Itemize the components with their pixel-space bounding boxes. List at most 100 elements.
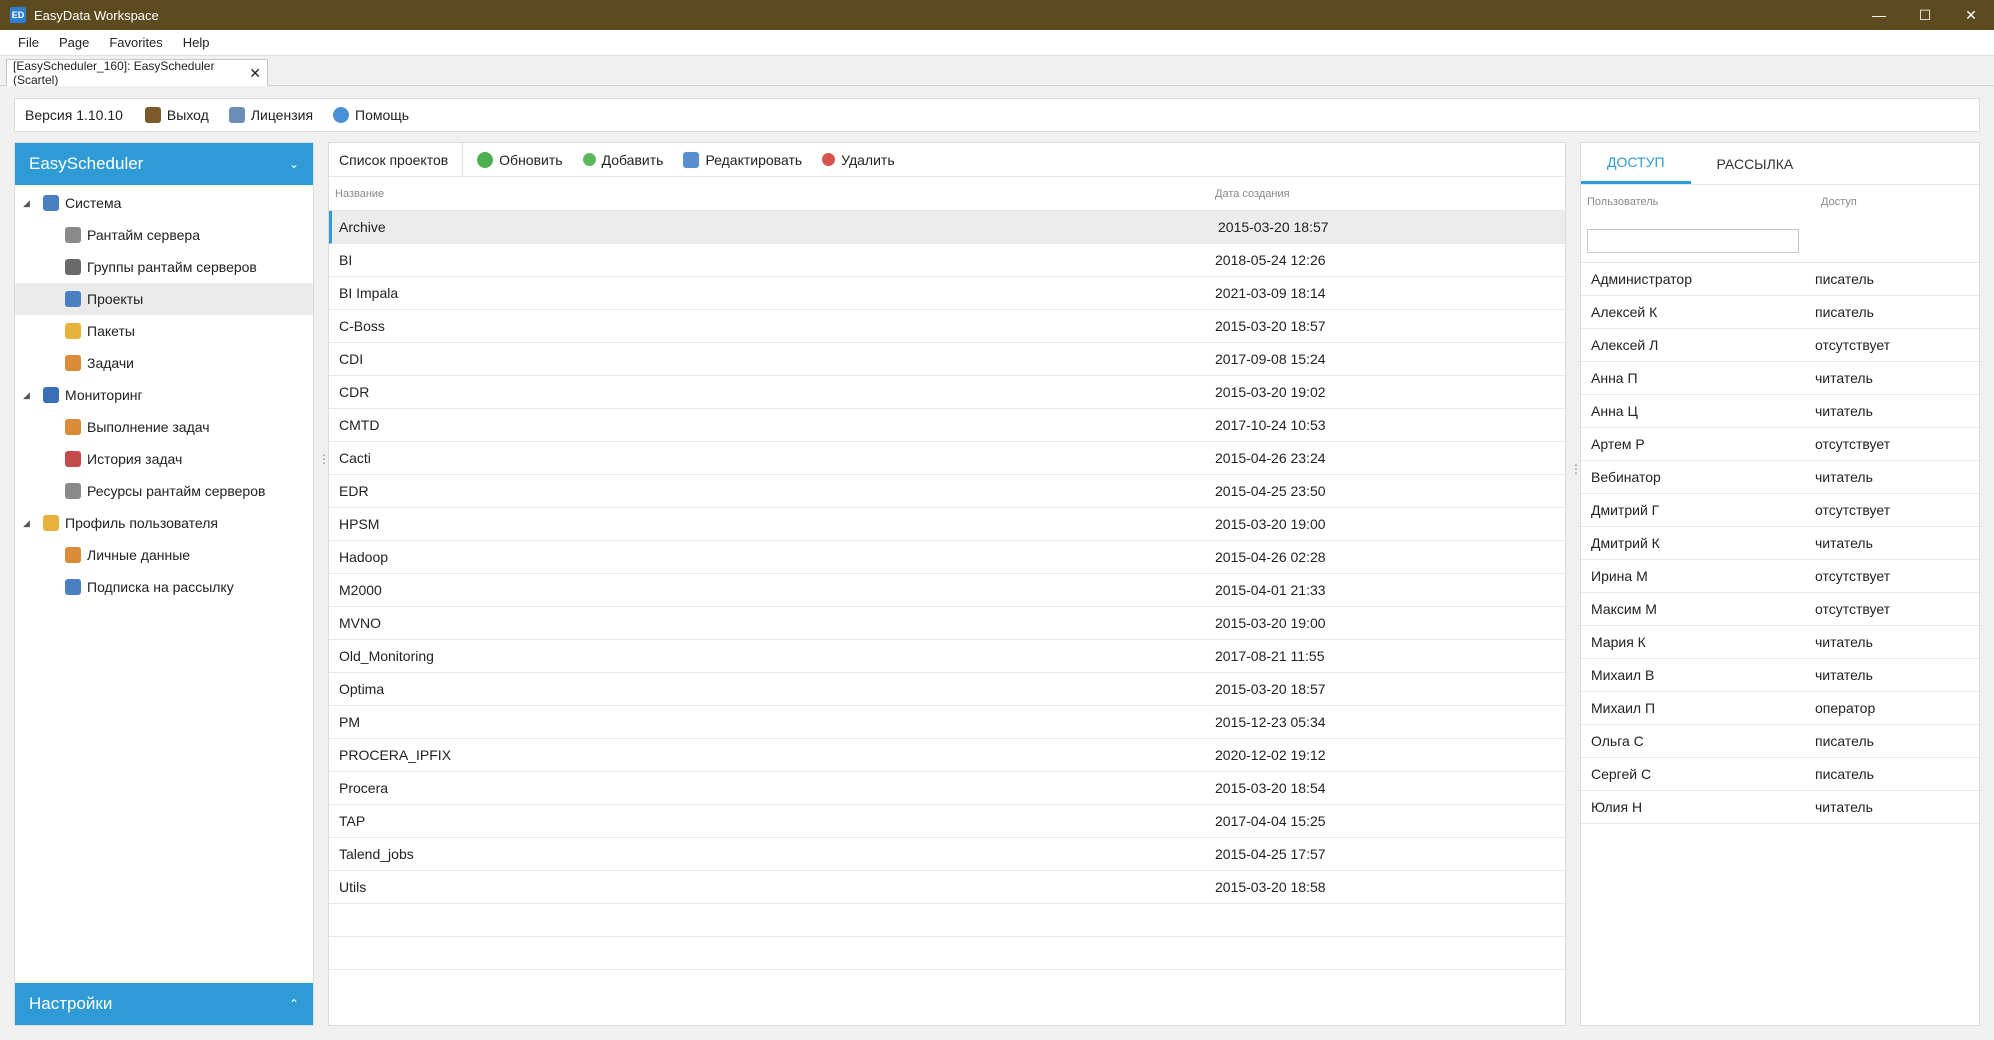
- license-icon: [228, 107, 245, 123]
- user-filter-input[interactable]: [1587, 228, 1799, 253]
- table-row[interactable]: BI 2018-05-24 12:26: [329, 244, 1565, 277]
- table-row[interactable]: Utils 2015-03-20 18:58: [329, 871, 1565, 904]
- user-name-cell: Алексей Л: [1591, 337, 1659, 353]
- table-row[interactable]: Максим М отсутствует: [1581, 593, 1979, 626]
- projects-toolbar: Список проектов Обновить Добавить Редакт…: [329, 142, 1565, 177]
- table-row[interactable]: CDI 2017-09-08 15:24: [329, 343, 1565, 376]
- expand-arrow-icon[interactable]: ◢: [23, 518, 30, 529]
- table-row[interactable]: Анна П читатель: [1581, 362, 1979, 395]
- sidebar-item[interactable]: Группы рантайм серверов: [15, 251, 313, 283]
- delete-button[interactable]: Удалить: [822, 152, 895, 168]
- navigation-panel: EasyScheduler ⌄ ◢ Система Рантайм сервера Г…: [14, 142, 314, 1026]
- table-row[interactable]: Ирина М отсутствует: [1581, 560, 1979, 593]
- table-row[interactable]: EDR 2015-04-25 23:50: [329, 475, 1565, 508]
- project-name-cell: CDR: [339, 384, 370, 400]
- license-button[interactable]: Лицензия: [228, 107, 313, 123]
- refresh-button[interactable]: Обновить: [477, 151, 563, 168]
- minimize-button[interactable]: —: [1856, 0, 1902, 30]
- table-row[interactable]: Talend_jobs 2015-04-25 17:57: [329, 838, 1565, 871]
- table-row[interactable]: Optima 2015-03-20 18:57: [329, 673, 1565, 706]
- sidebar-item[interactable]: Задачи: [15, 347, 313, 379]
- table-row[interactable]: BI Impala 2021-03-09 18:14: [329, 277, 1565, 310]
- column-header-created[interactable]: Дата создания: [1199, 188, 1290, 200]
- table-row[interactable]: HPSM 2015-03-20 19:00: [329, 508, 1565, 541]
- settings-section-header[interactable]: Настройки ⌃: [15, 983, 313, 1025]
- sidebar-item-label: Выполнение задач: [87, 419, 210, 435]
- table-row[interactable]: Михаил В читатель: [1581, 659, 1979, 692]
- column-header-user[interactable]: Пользователь: [1581, 196, 1821, 208]
- sidebar-item[interactable]: Подписка на рассылку: [15, 571, 313, 603]
- projects-list-title: Список проектов: [339, 142, 464, 177]
- document-tab-label: [EasyScheduler_160]: EasyScheduler (Scar…: [13, 59, 215, 87]
- table-row[interactable]: Archive 2015-03-20 18:57: [329, 211, 1565, 244]
- table-row[interactable]: Дмитрий К читатель: [1581, 527, 1979, 560]
- table-row[interactable]: MVNO 2015-03-20 19:00: [329, 607, 1565, 640]
- table-row[interactable]: TAP 2017-04-04 15:25: [329, 805, 1565, 838]
- table-row[interactable]: Алексей Л отсутствует: [1581, 329, 1979, 362]
- sidebar-item[interactable]: Проекты: [15, 283, 313, 315]
- project-name-cell: Hadoop: [339, 549, 389, 565]
- table-row[interactable]: C-Boss 2015-03-20 18:57: [329, 310, 1565, 343]
- menu-file[interactable]: File: [8, 35, 49, 50]
- column-header-name[interactable]: Название: [329, 188, 1199, 200]
- table-row[interactable]: Hadoop 2015-04-26 02:28: [329, 541, 1565, 574]
- table-row[interactable]: M2000 2015-04-01 21:33: [329, 574, 1565, 607]
- workspace-content: Версия 1.10.10 Выход Лицензия Помощь Eas…: [0, 86, 1994, 1040]
- sidebar-item[interactable]: Личные данные: [15, 539, 313, 571]
- sidebar-item[interactable]: История задач: [15, 443, 313, 475]
- help-label: Помощь: [355, 107, 410, 123]
- table-row[interactable]: PM 2015-12-23 05:34: [329, 706, 1565, 739]
- sidebar-item-label: Группы рантайм серверов: [87, 259, 257, 275]
- table-row[interactable]: Вебинатор читатель: [1581, 461, 1979, 494]
- project-created-cell: 2017-10-24 10:53: [1215, 417, 1326, 433]
- table-row[interactable]: Cacti 2015-04-26 23:24: [329, 442, 1565, 475]
- table-row[interactable]: Мария К читатель: [1581, 626, 1979, 659]
- table-row[interactable]: Ольга С писатель: [1581, 725, 1979, 758]
- sidebar-item[interactable]: ◢ Профиль пользователя: [15, 507, 313, 539]
- document-tab[interactable]: [EasyScheduler_160]: EasyScheduler (Scar…: [6, 59, 268, 87]
- table-row[interactable]: Михаил П оператор: [1581, 692, 1979, 725]
- menu-favorites[interactable]: Favorites: [99, 35, 172, 50]
- exit-button[interactable]: Выход: [144, 107, 209, 123]
- table-row[interactable]: Procera 2015-03-20 18:54: [329, 772, 1565, 805]
- close-window-button[interactable]: ✕: [1948, 0, 1994, 30]
- help-button[interactable]: Помощь: [333, 107, 409, 123]
- table-row[interactable]: Сергей С писатель: [1581, 758, 1979, 791]
- table-row[interactable]: PROCERA_IPFIX 2020-12-02 19:12: [329, 739, 1565, 772]
- close-tab-icon[interactable]: ✕: [249, 65, 261, 82]
- table-row[interactable]: Юлия Н читатель: [1581, 791, 1979, 824]
- table-row[interactable]: CDR 2015-03-20 19:02: [329, 376, 1565, 409]
- expand-arrow-icon[interactable]: ◢: [23, 390, 30, 401]
- menu-help[interactable]: Help: [173, 35, 220, 50]
- chevron-down-icon: ⌄: [288, 157, 299, 171]
- sidebar-item[interactable]: Выполнение задач: [15, 411, 313, 443]
- add-button[interactable]: Добавить: [582, 152, 663, 168]
- table-row[interactable]: Old_Monitoring 2017-08-21 11:55: [329, 640, 1565, 673]
- access-level-cell: читатель: [1815, 403, 1873, 419]
- table-row[interactable]: Анна Ц читатель: [1581, 395, 1979, 428]
- expand-arrow-icon[interactable]: ◢: [23, 198, 30, 209]
- sidebar-item[interactable]: Ресурсы рантайм серверов: [15, 475, 313, 507]
- sidebar-item[interactable]: ◢ Система: [15, 187, 313, 219]
- window-title: EasyData Workspace: [34, 7, 159, 23]
- tab-mailing[interactable]: РАССЫЛКА: [1691, 143, 1820, 184]
- edit-button[interactable]: Редактировать: [683, 151, 802, 168]
- sidebar-item-label: Пакеты: [87, 323, 135, 339]
- sidebar-header[interactable]: EasyScheduler ⌄: [15, 143, 313, 185]
- tab-access[interactable]: ДОСТУП: [1581, 143, 1691, 184]
- sidebar-item[interactable]: Пакеты: [15, 315, 313, 347]
- sidebar-item-label: Задачи: [87, 355, 135, 371]
- table-row[interactable]: Артем Р отсутствует: [1581, 428, 1979, 461]
- table-row[interactable]: CMTD 2017-10-24 10:53: [329, 409, 1565, 442]
- maximize-button[interactable]: ☐: [1902, 0, 1948, 30]
- table-row[interactable]: Администратор писатель: [1581, 263, 1979, 296]
- project-name-cell: M2000: [339, 582, 382, 598]
- sidebar-item[interactable]: ◢ Мониторинг: [15, 379, 313, 411]
- sidebar-item[interactable]: Рантайм сервера: [15, 219, 313, 251]
- table-row[interactable]: Дмитрий Г отсутствует: [1581, 494, 1979, 527]
- project-created-cell: 2015-04-25 23:50: [1215, 483, 1326, 499]
- menu-page[interactable]: Page: [49, 35, 99, 50]
- column-header-access[interactable]: Доступ: [1821, 196, 1857, 208]
- table-row[interactable]: Алексей К писатель: [1581, 296, 1979, 329]
- access-level-cell: читатель: [1815, 634, 1873, 650]
